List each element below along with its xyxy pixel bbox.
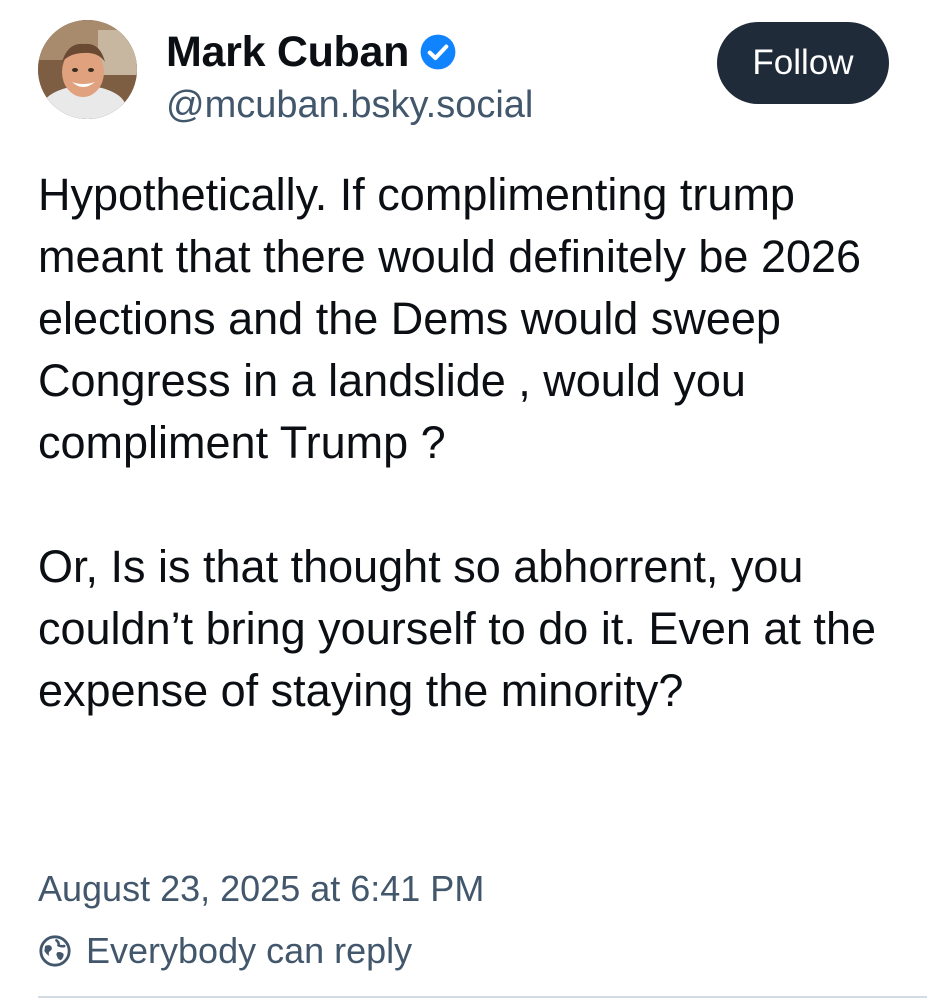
follow-button[interactable]: Follow xyxy=(717,22,889,104)
reply-setting: Everybody can reply xyxy=(38,926,412,976)
author-display-name[interactable]: Mark Cuban xyxy=(166,28,409,77)
divider xyxy=(38,996,927,998)
post-timestamp[interactable]: August 23, 2025 at 6:41 PM xyxy=(38,868,484,910)
reply-setting-text: Everybody can reply xyxy=(86,930,413,971)
post-header: Mark Cuban @mcuban.bsky.social Follow xyxy=(0,0,927,140)
globe-icon xyxy=(38,934,72,968)
post-text: Hypothetically. If complimenting trump m… xyxy=(38,164,908,722)
avatar[interactable] xyxy=(38,20,137,119)
verified-check-icon xyxy=(419,33,457,71)
avatar-image xyxy=(38,20,137,119)
post-paragraph: Or, Is is that thought so abhorrent, you… xyxy=(38,541,876,716)
post-paragraph: Hypothetically. If complimenting trump m… xyxy=(38,169,862,468)
author-name-row: Mark Cuban xyxy=(166,26,457,78)
author-handle[interactable]: @mcuban.bsky.social xyxy=(166,84,533,127)
